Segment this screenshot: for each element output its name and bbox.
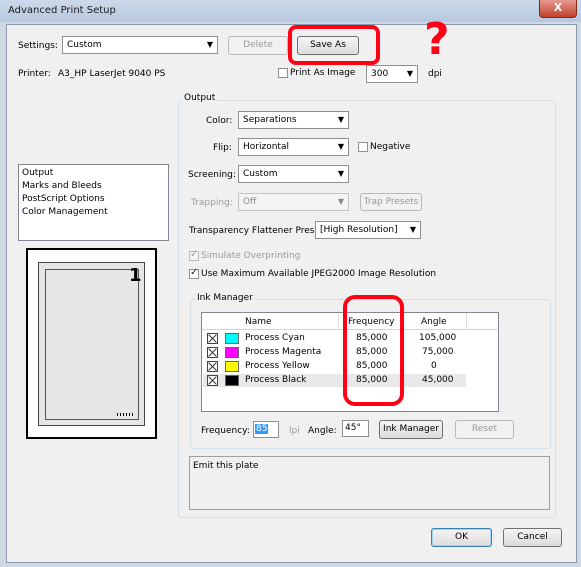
table-row[interactable]: Process Yellow 85,000 0 (203, 360, 466, 373)
title-bar: Advanced Print Setup X (0, 0, 581, 22)
printer-label: Printer: (18, 69, 51, 79)
print-plate-toggle[interactable] (207, 375, 218, 386)
ink-name: Process Black (245, 375, 307, 385)
col-divider (466, 313, 467, 329)
trap-presets-button[interactable]: Trap Presets (360, 193, 422, 211)
angle-field[interactable]: 45° (342, 420, 369, 437)
category-list: Output Marks and Bleeds PostScript Optio… (18, 164, 169, 241)
color-label: Color: (206, 116, 233, 126)
screening-select[interactable]: Custom ▼ (238, 165, 349, 183)
chevron-down-icon: ▼ (337, 169, 345, 178)
screening-label: Screening: (188, 170, 236, 180)
chevron-down-icon: ▼ (406, 69, 414, 78)
print-as-image-label: Print As Image (290, 68, 356, 78)
print-as-image-checkbox[interactable] (278, 68, 288, 78)
ink-name: Process Cyan (245, 333, 305, 343)
screening-value: Custom (243, 169, 278, 179)
ink-swatch (225, 333, 239, 344)
settings-select[interactable]: Custom ▼ (62, 36, 218, 54)
simulate-overprinting-checkbox[interactable] (189, 249, 199, 261)
preview-slug-text (117, 413, 135, 416)
chevron-down-icon: ▼ (409, 225, 417, 234)
table-row[interactable]: Process Magenta 85,000 75,000 (203, 346, 466, 359)
flattener-label: Transparency Flattener Preset: (189, 226, 327, 236)
flattener-select[interactable]: [High Resolution] ▼ (315, 221, 421, 239)
window-title: Advanced Print Setup (8, 5, 116, 16)
simulate-overprinting-label: Simulate Overprinting (201, 251, 301, 261)
settings-label: Settings: (18, 41, 58, 51)
table-row[interactable]: Process Cyan 85,000 105,000 (203, 332, 466, 345)
color-value: Separations (243, 115, 297, 125)
ink-angle: 0 (431, 361, 437, 371)
preview-margin (45, 269, 139, 420)
settings-value: Custom (67, 40, 102, 50)
frequency-unit: lpi (289, 426, 300, 436)
flattener-value: [High Resolution] (320, 225, 398, 235)
ink-name: Process Yellow (245, 361, 310, 371)
close-button[interactable]: X (539, 0, 577, 18)
printer-name: A3_HP LaserJet 9040 PS (58, 69, 166, 79)
negative-label: Negative (370, 142, 411, 152)
print-plate-toggle[interactable] (207, 361, 218, 372)
table-row-selected[interactable]: Process Black 85,000 45,000 (203, 374, 466, 387)
ink-swatch (225, 375, 239, 386)
ok-button[interactable]: OK (431, 528, 492, 547)
output-group-label: Output (182, 93, 218, 103)
sidebar-item-marks-and-bleeds[interactable]: Marks and Bleeds (22, 181, 102, 191)
sidebar-item-postscript-options[interactable]: PostScript Options (22, 194, 105, 204)
frequency-field[interactable]: 85 (253, 421, 279, 438)
description-box: Emit this plate (189, 456, 550, 510)
chevron-down-icon: ▼ (337, 115, 345, 124)
delete-button[interactable]: Delete (228, 36, 288, 55)
flip-value: Horizontal (243, 142, 289, 152)
dpi-value: 300 (371, 69, 389, 79)
sidebar-item-color-management[interactable]: Color Management (22, 207, 108, 217)
ink-name: Process Magenta (245, 347, 322, 357)
col-divider (338, 313, 339, 329)
trapping-value: Off (243, 197, 257, 207)
color-select[interactable]: Separations ▼ (238, 111, 349, 129)
jpeg2000-checkbox[interactable] (189, 267, 199, 279)
annotation-question-mark: ? (424, 14, 450, 65)
angle-field-value: 45° (345, 423, 361, 433)
chevron-down-icon: ▼ (206, 40, 214, 49)
reset-button[interactable]: Reset (455, 420, 514, 439)
preview-page: 1 (38, 262, 145, 426)
ink-manager-button[interactable]: Ink Manager (379, 420, 443, 439)
chevron-down-icon: ▼ (337, 142, 345, 151)
ink-angle: 75,000 (422, 347, 454, 357)
trapping-label: Trapping: (191, 198, 233, 208)
annotation-highlight-save-as (288, 25, 380, 65)
col-header-angle[interactable]: Angle (421, 317, 447, 327)
dpi-select[interactable]: 300 ▼ (366, 65, 418, 83)
jpeg2000-label: Use Maximum Available JPEG2000 Image Res… (201, 269, 437, 279)
dpi-unit: dpi (428, 69, 442, 79)
description-text: Emit this plate (193, 461, 259, 471)
ink-angle: 45,000 (422, 375, 454, 385)
frequency-label: Frequency: (201, 426, 250, 436)
preview-page-number: 1 (129, 265, 142, 286)
annotation-highlight-frequency (343, 295, 404, 406)
negative-checkbox[interactable] (358, 142, 368, 152)
print-plate-toggle[interactable] (207, 333, 218, 344)
print-plate-toggle[interactable] (207, 347, 218, 358)
flip-select[interactable]: Horizontal ▼ (238, 138, 349, 156)
ink-swatch (225, 361, 239, 372)
page-preview: 1 (26, 248, 157, 439)
col-header-name[interactable]: Name (245, 317, 272, 327)
frequency-field-value: 85 (255, 424, 269, 434)
cancel-button[interactable]: Cancel (503, 528, 562, 547)
ink-angle: 105,000 (419, 333, 457, 343)
ink-swatch (225, 347, 239, 358)
angle-label: Angle: (308, 426, 337, 436)
flip-label: Flip: (213, 143, 232, 153)
chevron-down-icon: ▼ (337, 197, 345, 206)
trapping-select[interactable]: Off ▼ (238, 193, 349, 211)
sidebar-item-output[interactable]: Output (22, 168, 53, 178)
ink-manager-group-label: Ink Manager (195, 293, 255, 303)
